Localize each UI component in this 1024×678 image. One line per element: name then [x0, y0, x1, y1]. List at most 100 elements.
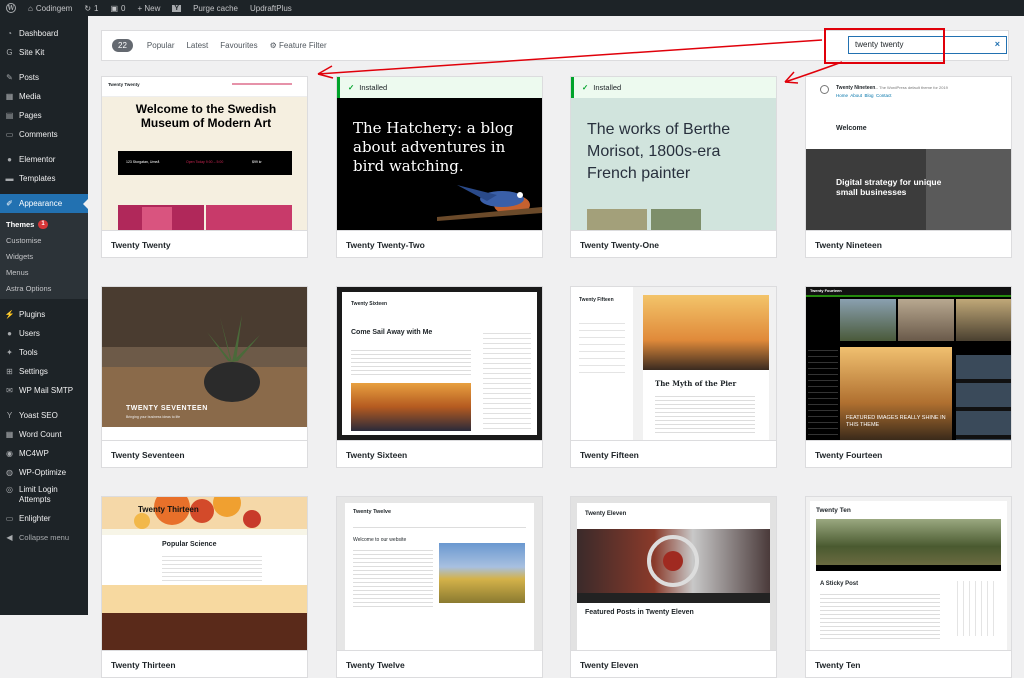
theme-card-twenty-seventeen[interactable]: TWENTY SEVENTEEN Bringing your business …: [101, 286, 308, 468]
theme-screenshot: Twenty Eleven Featured Posts in Twenty E…: [571, 497, 776, 650]
new-content-button[interactable]: + New: [131, 0, 166, 16]
submenu-menus[interactable]: Menus: [0, 264, 88, 280]
sidebar-item-site-kit[interactable]: G Site Kit: [0, 43, 88, 62]
sidebar-item-comments[interactable]: ▭ Comments: [0, 125, 88, 144]
home-icon: ⌂: [28, 3, 33, 13]
preview-tagline: — The WordPress default theme for 2019: [874, 85, 948, 90]
submenu-label: Astra Options: [6, 283, 52, 293]
sidebar-item-label: Appearance: [19, 199, 63, 208]
wordpress-logo-button[interactable]: W: [0, 0, 22, 16]
theme-screenshot: Twenty Ten A Sticky Post: [806, 497, 1011, 650]
themes-update-badge: 1: [38, 219, 48, 229]
theme-name: Twenty Fourteen: [806, 440, 1011, 467]
sitekit-icon: G: [6, 48, 13, 57]
preview-site-title: Twenty Thirteen: [138, 505, 199, 514]
sidebar-item-enlighter[interactable]: ▭ Enlighter: [0, 509, 88, 528]
preview-welcome: Welcome: [836, 125, 867, 132]
comments-link[interactable]: ▣ 0: [104, 0, 131, 16]
updraftplus-button[interactable]: UpdraftPlus: [244, 0, 298, 16]
preview-hours: Open Today 9:00 – 5:00: [186, 160, 224, 164]
sidebar-item-posts[interactable]: ✎ Posts: [0, 68, 88, 87]
feature-filter-button[interactable]: ⚙ Feature Filter: [270, 41, 327, 50]
theme-card-twenty-fourteen[interactable]: Twenty Fourteen FEATURED IMAGES REALLY S…: [805, 286, 1012, 468]
lock-icon: ◎: [6, 485, 13, 494]
filter-latest-link[interactable]: Latest: [186, 41, 208, 50]
sidebar-item-pages[interactable]: ▤ Pages: [0, 106, 88, 125]
theme-card-twenty-nineteen[interactable]: Twenty Nineteen — The WordPress default …: [805, 76, 1012, 258]
comments-count: 0: [121, 3, 126, 13]
filter-favourites-link[interactable]: Favourites: [220, 41, 257, 50]
admin-sidebar: ◔ Dashboard G Site Kit ✎ Posts ▦ Media ▤ Page…: [0, 16, 88, 615]
theme-card-twenty-twenty-one[interactable]: ✓ Installed The works of Berthe Morisot, …: [570, 76, 777, 258]
submenu-widgets[interactable]: Widgets: [0, 248, 88, 264]
sidebar-item-limit-login-attempts[interactable]: ◎ Limit Login Attempts: [0, 482, 88, 509]
comment-icon: ▣: [110, 3, 119, 13]
preview-post-title: Popular Science: [162, 541, 217, 548]
submenu-label: Themes: [6, 219, 35, 229]
optimize-icon: ◍: [6, 468, 13, 477]
wrench-icon: ✦: [6, 348, 13, 357]
checkmark-icon: ✓: [582, 83, 589, 92]
sidebar-item-templates[interactable]: ▬ Templates: [0, 169, 88, 188]
folder-icon: ▬: [5, 174, 14, 183]
theme-name: Twenty Seventeen: [102, 440, 307, 467]
updates-icon: ↻: [84, 3, 92, 13]
submenu-label: Customise: [6, 235, 42, 245]
sidebar-item-appearance[interactable]: ✐ Appearance: [0, 194, 88, 213]
theme-card-twenty-twelve[interactable]: Twenty Twelve Welcome to our website Twe…: [336, 496, 543, 678]
sidebar-item-label: Dashboard: [19, 29, 59, 38]
preview-hero-text: Digital strategy for unique small busine…: [836, 177, 942, 197]
sidebar-item-users[interactable]: ● Users: [0, 324, 88, 343]
updates-link[interactable]: ↻ 1: [78, 0, 104, 16]
sidebar-item-wp-mail-smtp[interactable]: ✉ WP Mail SMTP: [0, 381, 88, 400]
site-name-label: Codingem: [35, 3, 73, 13]
clear-search-icon[interactable]: ×: [995, 39, 1000, 49]
sidebar-item-elementor[interactable]: ● Elementor: [0, 150, 88, 169]
theme-card-twenty-sixteen[interactable]: Twenty Sixteen Come Sail Away with Me Tw…: [336, 286, 543, 468]
preview-address: 123 Storgatan, Umeå: [126, 160, 160, 164]
theme-card-twenty-eleven[interactable]: Twenty Eleven Featured Posts in Twenty E…: [570, 496, 777, 678]
new-label: + New: [137, 3, 161, 13]
preview-price: $99 kr: [252, 160, 262, 164]
yoast-adminbar-button[interactable]: Y: [166, 0, 187, 16]
comment-icon: ▭: [5, 130, 14, 139]
sidebar-item-settings[interactable]: ⊞ Settings: [0, 362, 88, 381]
theme-card-twenty-twenty[interactable]: Twenty Twenty Welcome to the Swedish Mus…: [101, 76, 308, 258]
site-name-link[interactable]: ⌂ Codingem: [22, 0, 78, 16]
filter-popular-link[interactable]: Popular: [147, 41, 175, 50]
theme-card-twenty-thirteen[interactable]: Twenty Thirteen Popular Science Twenty T…: [101, 496, 308, 678]
admin-bar: W ⌂ Codingem ↻ 1 ▣ 0 + New Y Purge cache Up…: [0, 0, 1024, 16]
sidebar-item-plugins[interactable]: ⚡ Plugins: [0, 305, 88, 324]
sidebar-item-yoast-seo[interactable]: Y Yoast SEO: [0, 406, 88, 425]
purge-cache-button[interactable]: Purge cache: [187, 0, 244, 16]
sidebar-item-media[interactable]: ▦ Media: [0, 87, 88, 106]
theme-card-twenty-fifteen[interactable]: Twenty Fifteen The Myth of the Pier Twen…: [570, 286, 777, 468]
theme-screenshot: Twenty Nineteen — The WordPress default …: [806, 77, 1011, 230]
sidebar-item-dashboard[interactable]: ◔ Dashboard: [0, 24, 88, 43]
sidebar-item-mc4wp[interactable]: ◉ MC4WP: [0, 444, 88, 463]
collapse-menu-button[interactable]: ◀ Collapse menu: [0, 528, 88, 547]
gear-icon: ⚙: [269, 41, 277, 50]
theme-name: Twenty Twenty-Two: [337, 230, 542, 257]
sidebar-item-tools[interactable]: ✦ Tools: [0, 343, 88, 362]
preview-post-title: The Myth of the Pier: [655, 379, 737, 388]
sidebar-item-label: Enlighter: [19, 514, 51, 523]
submenu-astra-options[interactable]: Astra Options: [0, 280, 88, 296]
sidebar-item-label: Users: [19, 329, 40, 338]
sidebar-item-word-count[interactable]: ▦ Word Count: [0, 425, 88, 444]
theme-name: Twenty Twelve: [337, 650, 542, 677]
sidebar-item-wp-optimize[interactable]: ◍ WP-Optimize: [0, 463, 88, 482]
arrowhead-left: [317, 65, 334, 79]
sidebar-item-label: Limit Login Attempts: [19, 485, 58, 504]
brush-icon: ✐: [6, 199, 13, 208]
sidebar-item-label: Media: [19, 92, 41, 101]
count-icon: ▦: [5, 430, 14, 439]
theme-card-twenty-ten[interactable]: Twenty Ten A Sticky Post Twenty Ten: [805, 496, 1012, 678]
arrowhead-right: [784, 71, 799, 84]
theme-card-twenty-twenty-two[interactable]: ✓ Installed The Hatchery: a blog about ad…: [336, 76, 543, 258]
theme-screenshot: Twenty Sixteen Come Sail Away with Me: [337, 287, 542, 440]
installed-banner: ✓ Installed: [571, 77, 776, 98]
sidebar-item-label: WP Mail SMTP: [19, 386, 74, 395]
submenu-customise[interactable]: Customise: [0, 232, 88, 248]
submenu-themes[interactable]: Themes 1: [0, 216, 88, 232]
